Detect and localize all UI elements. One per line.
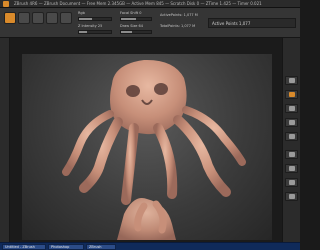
draw-size-slider[interactable] [120, 30, 152, 34]
z-intensity-label: Z Intensity 25 [78, 24, 103, 28]
right-shelf [282, 38, 300, 242]
document-canvas[interactable] [22, 54, 272, 240]
rotate-view-icon[interactable] [285, 192, 298, 201]
total-points-label: TotalPoints: 1,077 M [160, 24, 196, 28]
task-zbrush[interactable]: ZBrush [86, 244, 116, 250]
frame-icon[interactable] [285, 150, 298, 159]
rgb-slider[interactable] [78, 17, 112, 21]
rgb-label: Rgb [78, 11, 85, 15]
task-untitled[interactable]: Untitled - ZBrush [2, 244, 46, 250]
actual-icon[interactable] [285, 118, 298, 127]
window-title: ZBrush 4R6 — ZBrush Document — Free Mem … [14, 1, 262, 6]
move-icon[interactable] [32, 12, 44, 24]
title-bar: ZBrush 4R6 — ZBrush Document — Free Mem … [0, 0, 300, 8]
focal-shift-label: Focal Shift 0 [120, 11, 142, 15]
task-photoshop[interactable]: Photoshop [48, 244, 84, 250]
zbrush-app-icon [3, 1, 9, 7]
scroll-icon[interactable] [285, 90, 298, 99]
left-shelf [0, 38, 10, 242]
zoom-icon[interactable] [285, 104, 298, 113]
scale-icon[interactable] [46, 12, 58, 24]
canvas-area[interactable] [10, 38, 282, 242]
draw-size-label: Draw Size 64 [120, 24, 144, 28]
sculpt-model[interactable] [22, 54, 272, 240]
aahalf-icon[interactable] [285, 132, 298, 141]
focal-shift-slider[interactable] [120, 17, 152, 21]
points-readout: Active Points 1,077 [208, 18, 296, 28]
bpr-icon[interactable] [285, 76, 298, 85]
move-view-icon[interactable] [285, 164, 298, 173]
taskbar: Untitled - ZBrush Photoshop ZBrush [0, 242, 300, 250]
active-points-label: ActivePoints: 1,077 M [160, 13, 198, 17]
top-toolbar: Rgb Z Intensity 25 Focal Shift 0 Draw Si… [0, 8, 300, 38]
edit-icon[interactable] [4, 12, 16, 24]
draw-icon[interactable] [18, 12, 30, 24]
scale-view-icon[interactable] [285, 178, 298, 187]
z-intensity-slider[interactable] [78, 30, 112, 34]
rotate-icon[interactable] [60, 12, 72, 24]
